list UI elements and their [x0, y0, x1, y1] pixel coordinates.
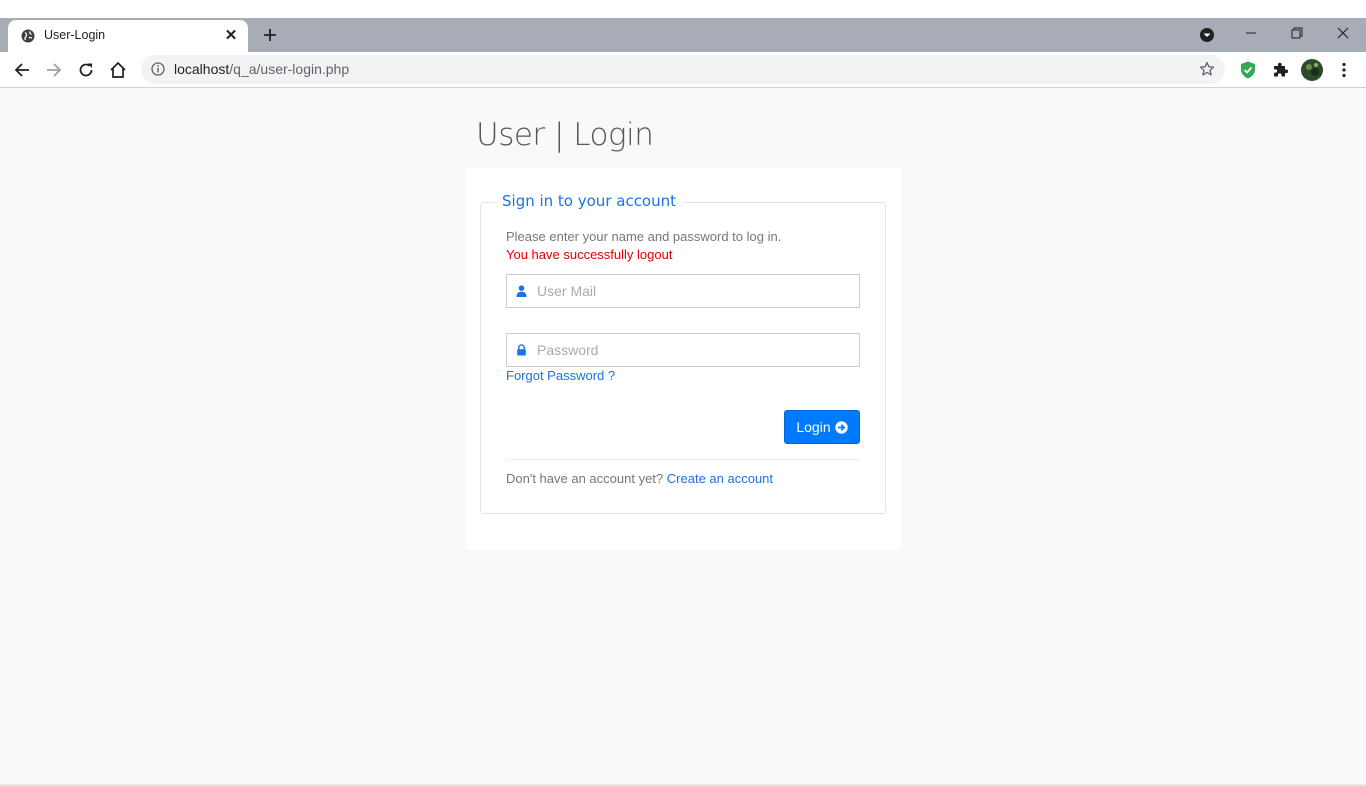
- restore-icon: [1291, 27, 1303, 39]
- login-card: Sign in to your account Please enter you…: [466, 168, 901, 549]
- tab-search-icon[interactable]: [1197, 25, 1217, 45]
- browser-tab-bar: User-Login ✕: [0, 18, 1366, 52]
- forward-button[interactable]: [43, 59, 65, 81]
- minimize-button[interactable]: [1228, 18, 1274, 48]
- page-body: User | Login Sign in to your account Ple…: [0, 89, 1366, 784]
- globe-icon: [21, 29, 35, 43]
- reload-icon: [79, 63, 93, 77]
- tab-title: User-Login: [44, 28, 106, 42]
- fieldset-legend: Sign in to your account: [495, 192, 684, 210]
- password-field[interactable]: [506, 333, 860, 367]
- address-bar[interactable]: localhost/q_a/user-login.php: [141, 55, 1225, 84]
- email-field[interactable]: [506, 274, 860, 308]
- browser-tab[interactable]: User-Login ✕: [8, 20, 248, 52]
- lock-icon: [517, 344, 526, 356]
- signup-prompt: Don't have an account yet?: [506, 471, 664, 486]
- menu-icon[interactable]: [1334, 60, 1354, 80]
- forward-arrow-icon: [47, 63, 62, 77]
- puzzle-extensions-icon[interactable]: [1270, 60, 1290, 80]
- signup-text: Don't have an account yet? Create an acc…: [506, 471, 773, 486]
- page-title: User | Login: [476, 117, 654, 153]
- arrow-circle-right-icon: [834, 420, 848, 434]
- new-tab-icon[interactable]: [259, 24, 281, 46]
- login-fieldset: Sign in to your account Please enter you…: [480, 192, 886, 514]
- forgot-password-link[interactable]: Forgot Password ?: [506, 368, 615, 383]
- reload-button[interactable]: [75, 59, 97, 81]
- login-button[interactable]: Login: [784, 410, 860, 444]
- home-button[interactable]: [107, 59, 129, 81]
- close-window-button[interactable]: [1320, 18, 1366, 48]
- url-path: /q_a/user-login.php: [229, 61, 350, 77]
- create-account-link[interactable]: Create an account: [667, 471, 773, 486]
- profile-avatar[interactable]: [1301, 59, 1323, 81]
- home-icon: [110, 61, 126, 78]
- help-text: Please enter your name and password to l…: [506, 229, 782, 244]
- tab-close-icon[interactable]: ✕: [222, 27, 240, 45]
- bookmark-star-icon[interactable]: [1199, 61, 1215, 77]
- screen-top-strip: [0, 0, 1366, 18]
- email-input[interactable]: [537, 275, 857, 307]
- back-button[interactable]: [11, 59, 33, 81]
- minimize-icon: [1246, 32, 1256, 34]
- login-button-label: Login: [796, 419, 831, 435]
- url-text: localhost/q_a/user-login.php: [174, 61, 349, 77]
- shield-extension-icon[interactable]: [1238, 60, 1258, 80]
- restore-button[interactable]: [1274, 18, 1320, 48]
- user-icon: [516, 285, 527, 297]
- logout-status-message: You have successfully logout: [506, 247, 673, 262]
- info-icon[interactable]: [151, 62, 165, 76]
- divider: [506, 459, 860, 460]
- back-arrow-icon: [14, 63, 29, 77]
- close-icon: [1337, 27, 1349, 39]
- url-host: localhost: [174, 61, 230, 77]
- password-input[interactable]: [537, 334, 857, 366]
- browser-toolbar: localhost/q_a/user-login.php: [0, 52, 1366, 88]
